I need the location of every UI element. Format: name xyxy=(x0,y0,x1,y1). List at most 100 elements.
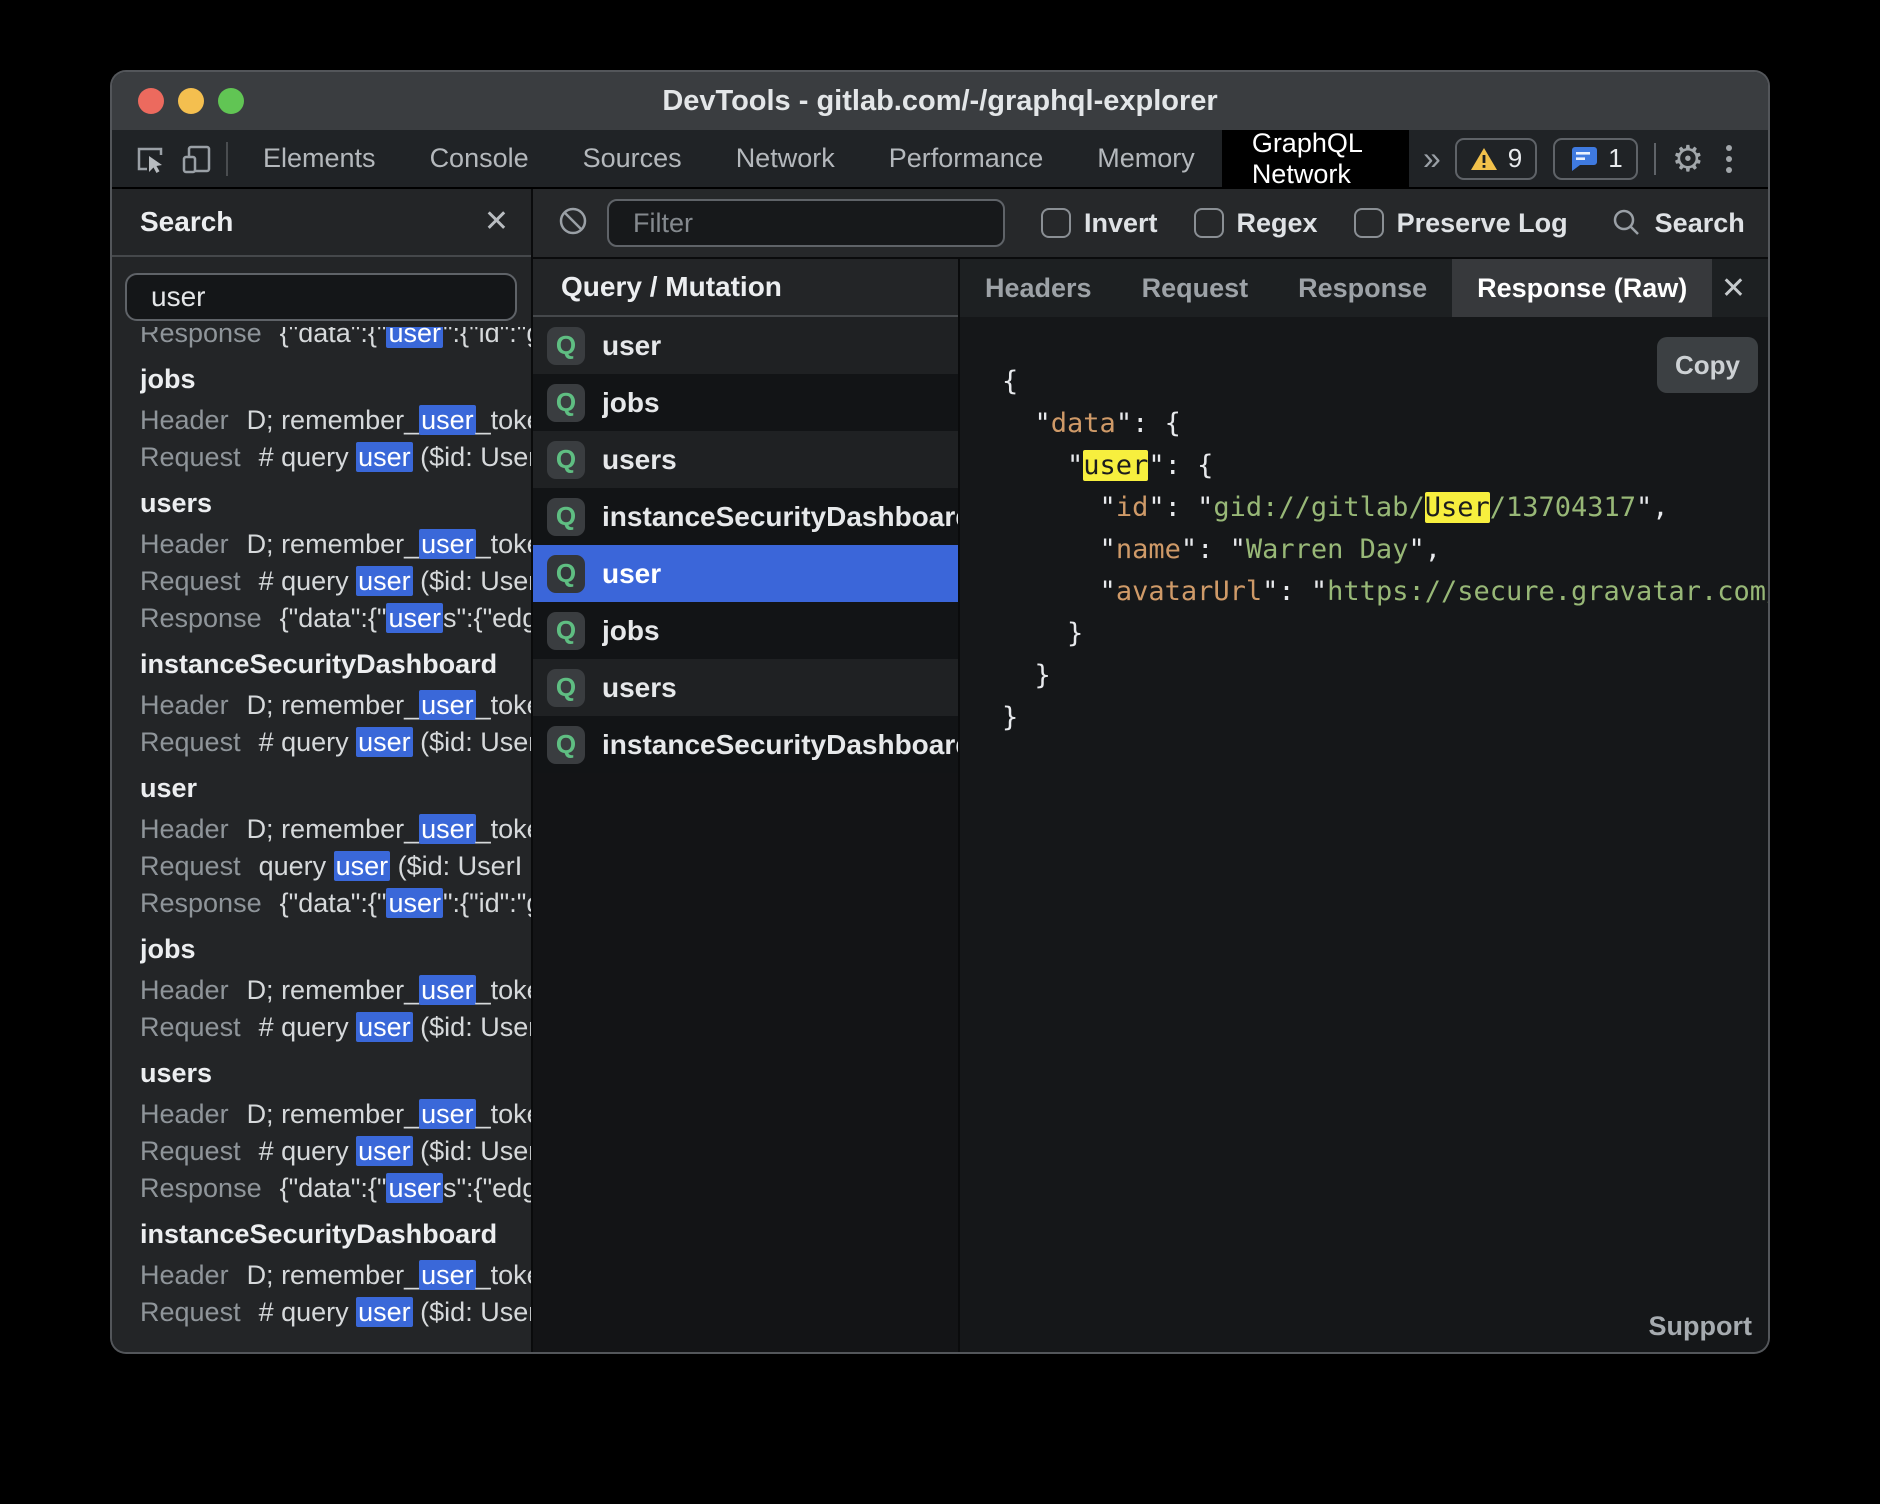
invert-checkbox[interactable] xyxy=(1041,208,1071,238)
query-type-badge: Q xyxy=(547,441,585,479)
search-result-group-title[interactable]: users xyxy=(140,1055,531,1092)
tab-console[interactable]: Console xyxy=(403,130,556,187)
json-token: " xyxy=(1067,450,1083,481)
inspect-element-icon[interactable] xyxy=(128,136,174,182)
search-result-line[interactable]: Request# query user ($id: UserI xyxy=(140,1133,531,1170)
tab-network[interactable]: Network xyxy=(709,130,862,187)
search-result-line[interactable]: Request# query user ($id: UserI xyxy=(140,563,531,600)
detail-tab-response-raw[interactable]: Response (Raw) xyxy=(1452,259,1712,317)
search-result-line[interactable]: HeaderD; remember_user_token=e xyxy=(140,526,531,563)
query-type-badge: Q xyxy=(547,327,585,365)
search-result-line[interactable]: Requestquery user ($id: UserI xyxy=(140,848,531,885)
device-toolbar-icon[interactable] xyxy=(174,136,220,182)
tab-memory[interactable]: Memory xyxy=(1070,130,1222,187)
search-result-line[interactable]: HeaderD; remember_user_token=e xyxy=(140,972,531,1009)
regex-checkbox[interactable] xyxy=(1194,208,1224,238)
search-result-group-title[interactable]: instanceSecurityDashboard xyxy=(140,646,531,683)
tab-sources[interactable]: Sources xyxy=(556,130,709,187)
toolbar-vertical-separator xyxy=(1654,143,1656,175)
tab-graphql-network[interactable]: GraphQL Network xyxy=(1222,130,1409,187)
query-type-badge: Q xyxy=(547,498,585,536)
query-type-badge: Q xyxy=(547,555,585,593)
result-text: {"data":{" xyxy=(280,603,387,633)
query-list-item[interactable]: QinstanceSecurityDashboard xyxy=(533,716,958,773)
search-result-line[interactable]: Request# query user ($id: UserI xyxy=(140,724,531,761)
result-text: # query xyxy=(259,1297,357,1327)
search-result-line[interactable]: Request# query user ($id: UserI xyxy=(140,1294,531,1331)
json-token: " xyxy=(1035,408,1051,439)
close-window-button[interactable] xyxy=(138,88,164,114)
search-result-line[interactable]: Response{"data":{"users":{"edges xyxy=(140,600,531,637)
detail-tab-headers[interactable]: Headers xyxy=(960,259,1117,317)
search-result-group-title[interactable]: jobs xyxy=(140,931,531,968)
search-result-group: users HeaderD; remember_user_token=eReque… xyxy=(140,1055,531,1207)
toolbar-separator xyxy=(226,142,228,176)
json-token: avatarUrl xyxy=(1116,576,1262,607)
json-line: { xyxy=(1002,361,1768,403)
clear-icon[interactable] xyxy=(557,205,589,242)
result-text: # query xyxy=(259,442,357,472)
result-text: s":{"edges xyxy=(443,603,531,633)
search-result-group: instanceSecurityDashboard HeaderD; rememb… xyxy=(140,1216,531,1331)
result-text: # query xyxy=(259,566,357,596)
search-result-line[interactable]: Request# query user ($id: UserI xyxy=(140,439,531,476)
query-list-item[interactable]: Qjobs xyxy=(533,374,958,431)
search-panel: Search ✕ Response{"data":{"user":{"id":"… xyxy=(112,189,531,1352)
query-type-badge: Q xyxy=(547,669,585,707)
filter-search-button[interactable]: Search xyxy=(1610,207,1745,239)
search-result-group-title[interactable]: instanceSecurityDashboard xyxy=(140,1216,531,1253)
zoom-window-button[interactable] xyxy=(218,88,244,114)
search-result-line[interactable]: HeaderD; remember_user_token=e xyxy=(140,1257,531,1294)
support-link[interactable]: Support xyxy=(1649,1311,1752,1342)
result-text: {"data":{" xyxy=(280,1173,387,1203)
search-result-line[interactable]: Response{"data":{"user":{"id":"gid xyxy=(140,327,531,352)
preserve-log-checkbox[interactable] xyxy=(1354,208,1384,238)
detail-close-icon[interactable]: ✕ xyxy=(1721,259,1768,317)
search-result-line[interactable]: Response{"data":{"user":{"id":"gid xyxy=(140,885,531,922)
tab-elements[interactable]: Elements xyxy=(236,130,403,187)
search-result-group: instanceSecurityDashboard HeaderD; rememb… xyxy=(140,646,531,761)
search-result-group-title[interactable]: users xyxy=(140,485,531,522)
detail-tab-request[interactable]: Request xyxy=(1117,259,1274,317)
more-options-icon[interactable] xyxy=(1720,145,1738,173)
search-result-line[interactable]: HeaderD; remember_user_token=e xyxy=(140,402,531,439)
search-result-group-title[interactable]: user xyxy=(140,770,531,807)
tab-performance[interactable]: Performance xyxy=(862,130,1071,187)
query-list-item[interactable]: Qjobs xyxy=(533,602,958,659)
detail-tab-response[interactable]: Response xyxy=(1273,259,1452,317)
warnings-badge[interactable]: 9 xyxy=(1455,138,1537,180)
minimize-window-button[interactable] xyxy=(178,88,204,114)
settings-gear-icon[interactable]: ⚙ xyxy=(1672,141,1704,177)
filter-input[interactable] xyxy=(607,199,1005,247)
search-result-line[interactable]: HeaderD; remember_user_token=e xyxy=(140,1096,531,1133)
main-area: Search ✕ Response{"data":{"user":{"id":"… xyxy=(112,189,1768,1352)
json-token: ", xyxy=(1408,534,1441,565)
query-list-item[interactable]: Qusers xyxy=(533,659,958,716)
json-line: "data": { xyxy=(1002,403,1768,445)
search-input[interactable] xyxy=(125,273,517,321)
query-list-item-label: jobs xyxy=(602,387,660,419)
title-bar: DevTools - gitlab.com/-/graphql-explorer xyxy=(112,72,1768,130)
json-token: } xyxy=(1035,660,1051,691)
search-result-line[interactable]: HeaderD; remember_user_token=e xyxy=(140,811,531,848)
query-list-item[interactable]: Quser xyxy=(533,317,958,374)
search-result-line[interactable]: Response{"data":{"users":{"edges xyxy=(140,1170,531,1207)
search-result-line[interactable]: HeaderD; remember_user_token=e xyxy=(140,687,531,724)
query-list-item[interactable]: QinstanceSecurityDashboard xyxy=(533,488,958,545)
copy-button[interactable]: Copy xyxy=(1657,337,1758,393)
result-text: ($id: UserI xyxy=(413,442,531,472)
highlighted-match: user xyxy=(334,851,391,881)
search-panel-close-icon[interactable]: ✕ xyxy=(484,207,509,237)
json-token: " xyxy=(1100,492,1116,523)
query-list-item[interactable]: Quser xyxy=(533,545,958,602)
content-row: Query / Mutation QuserQjobsQusersQinstan… xyxy=(533,259,1768,1352)
issues-badge[interactable]: 1 xyxy=(1553,138,1637,180)
query-list-item[interactable]: Qusers xyxy=(533,431,958,488)
json-token: ": { xyxy=(1116,408,1181,439)
highlighted-match: user xyxy=(419,405,476,435)
more-tabs-icon[interactable]: » xyxy=(1409,130,1455,187)
search-result-group-title[interactable]: jobs xyxy=(140,361,531,398)
network-region: Invert Regex Preserve Log xyxy=(533,189,1768,1352)
json-highlighted-match: user xyxy=(1083,450,1148,481)
search-result-line[interactable]: Request# query user ($id: UserI xyxy=(140,1009,531,1046)
